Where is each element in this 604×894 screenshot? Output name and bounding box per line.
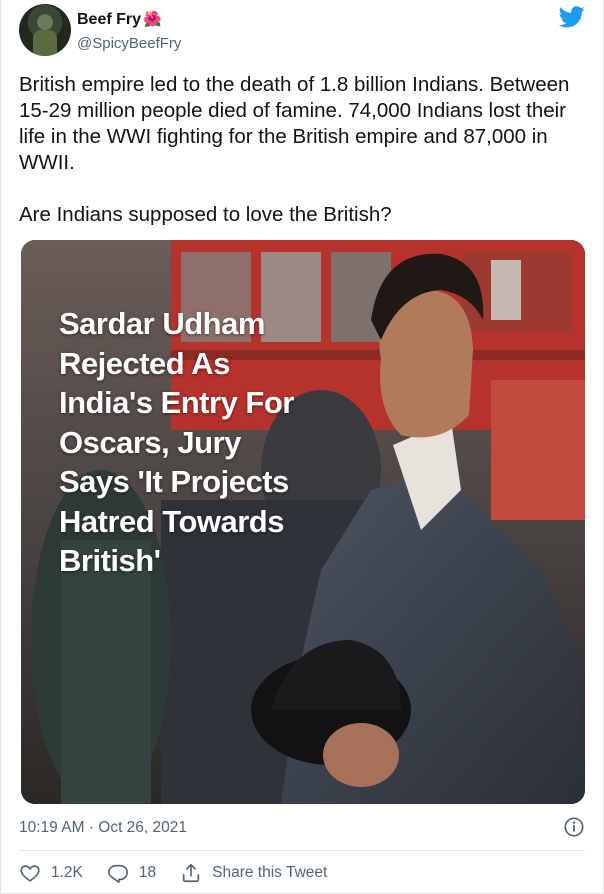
share-icon (182, 863, 200, 883)
tweet-card: Beef Fry 🌺 @SpicyBeefFry British empire l… (0, 0, 604, 894)
overlay-line: Says 'It Projects (59, 464, 289, 499)
overlay-line: British' (59, 543, 161, 578)
reply-count: 18 (138, 864, 157, 881)
tweet-timestamp[interactable]: 10:19 AM · Oct 26, 2021 (19, 819, 187, 837)
divider (19, 850, 585, 851)
action-bar: 1.2K 18 Share this Tweet (19, 862, 351, 884)
share-button[interactable]: Share this Tweet (180, 862, 327, 884)
tweet-text: British empire led to the death of 1.8 b… (19, 72, 589, 228)
overlay-line: Sardar Udham (59, 306, 265, 341)
like-button[interactable]: 1.2K (19, 862, 83, 884)
overlay-line: Oscars, Jury (59, 424, 241, 460)
reply-icon (107, 864, 128, 883)
display-name[interactable]: Beef Fry 🌺 (77, 10, 162, 29)
info-icon[interactable] (563, 816, 585, 838)
overlay-line: Hatred Towards (59, 503, 284, 539)
image-overlay-headline: Sardar Udham Rejected As India's Entry F… (59, 304, 359, 581)
user-handle[interactable]: @SpicyBeefFry (77, 35, 181, 52)
avatar[interactable] (19, 4, 71, 56)
flower-emoji: 🌺 (143, 11, 162, 28)
heart-icon (20, 865, 40, 882)
display-name-text: Beef Fry (77, 11, 142, 28)
overlay-line: Rejected As (59, 345, 230, 381)
twitter-bird-icon[interactable] (559, 6, 585, 28)
tweet-paragraph: British empire led to the death of 1.8 b… (19, 73, 570, 174)
like-count: 1.2K (51, 864, 83, 881)
tweet-paragraph: Are Indians supposed to love the British… (19, 203, 392, 226)
reply-button[interactable]: 18 (107, 862, 156, 884)
share-label: Share this Tweet (212, 864, 328, 881)
tweet-image[interactable]: Sardar Udham Rejected As India's Entry F… (21, 240, 585, 804)
overlay-line: India's Entry For (59, 385, 294, 420)
